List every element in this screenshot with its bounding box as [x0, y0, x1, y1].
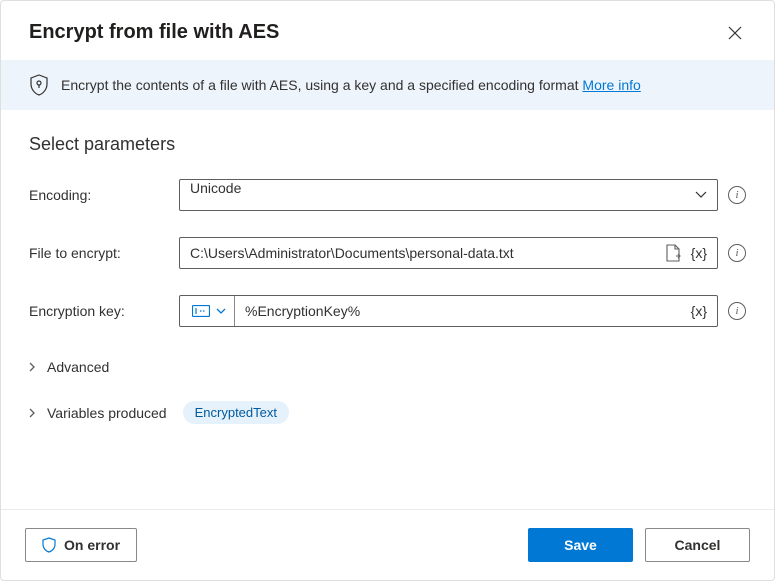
dialog-footer: On error Save Cancel — [1, 509, 774, 580]
file-info-icon[interactable]: i — [728, 244, 746, 262]
variables-produced-expander[interactable]: Variables produced EncryptedText — [29, 395, 746, 430]
chevron-down-icon — [689, 180, 717, 210]
key-type-selector[interactable] — [180, 296, 235, 326]
key-input[interactable] — [235, 296, 687, 326]
encoding-label: Encoding: — [29, 187, 179, 203]
key-info-icon[interactable]: i — [728, 302, 746, 320]
file-arrow-icon — [665, 244, 681, 262]
advanced-expander[interactable]: Advanced — [29, 353, 746, 381]
encoding-value: Unicode — [180, 180, 689, 210]
variables-produced-label: Variables produced — [47, 405, 167, 421]
on-error-button[interactable]: On error — [25, 528, 137, 562]
chevron-right-icon — [29, 362, 39, 372]
file-variable-button[interactable]: {x} — [687, 238, 717, 268]
file-input[interactable] — [180, 238, 659, 268]
encoding-select[interactable]: Unicode — [179, 179, 718, 211]
on-error-label: On error — [64, 537, 120, 553]
save-button[interactable]: Save — [528, 528, 633, 562]
advanced-label: Advanced — [47, 359, 109, 375]
chevron-right-icon — [29, 408, 39, 418]
cancel-button[interactable]: Cancel — [645, 528, 750, 562]
variable-chip[interactable]: EncryptedText — [183, 401, 289, 424]
text-input-icon — [192, 305, 210, 317]
file-input-wrap: {x} — [179, 237, 718, 269]
dialog-content: Select parameters Encoding: Unicode i Fi… — [1, 110, 774, 509]
close-icon — [728, 26, 742, 40]
dialog-title: Encrypt from file with AES — [29, 21, 279, 44]
file-picker-button[interactable] — [659, 238, 687, 268]
key-input-wrap: {x} — [179, 295, 718, 327]
shield-outline-icon — [42, 537, 56, 553]
close-button[interactable] — [724, 22, 746, 44]
key-variable-button[interactable]: {x} — [687, 296, 717, 326]
key-label: Encryption key: — [29, 303, 179, 319]
more-info-link[interactable]: More info — [582, 77, 640, 93]
encoding-info-icon[interactable]: i — [728, 186, 746, 204]
info-banner: Encrypt the contents of a file with AES,… — [1, 60, 774, 110]
file-label: File to encrypt: — [29, 245, 179, 261]
section-title: Select parameters — [29, 134, 746, 155]
banner-text: Encrypt the contents of a file with AES,… — [61, 77, 582, 93]
shield-lock-icon — [29, 74, 49, 96]
chevron-down-icon — [216, 308, 226, 315]
